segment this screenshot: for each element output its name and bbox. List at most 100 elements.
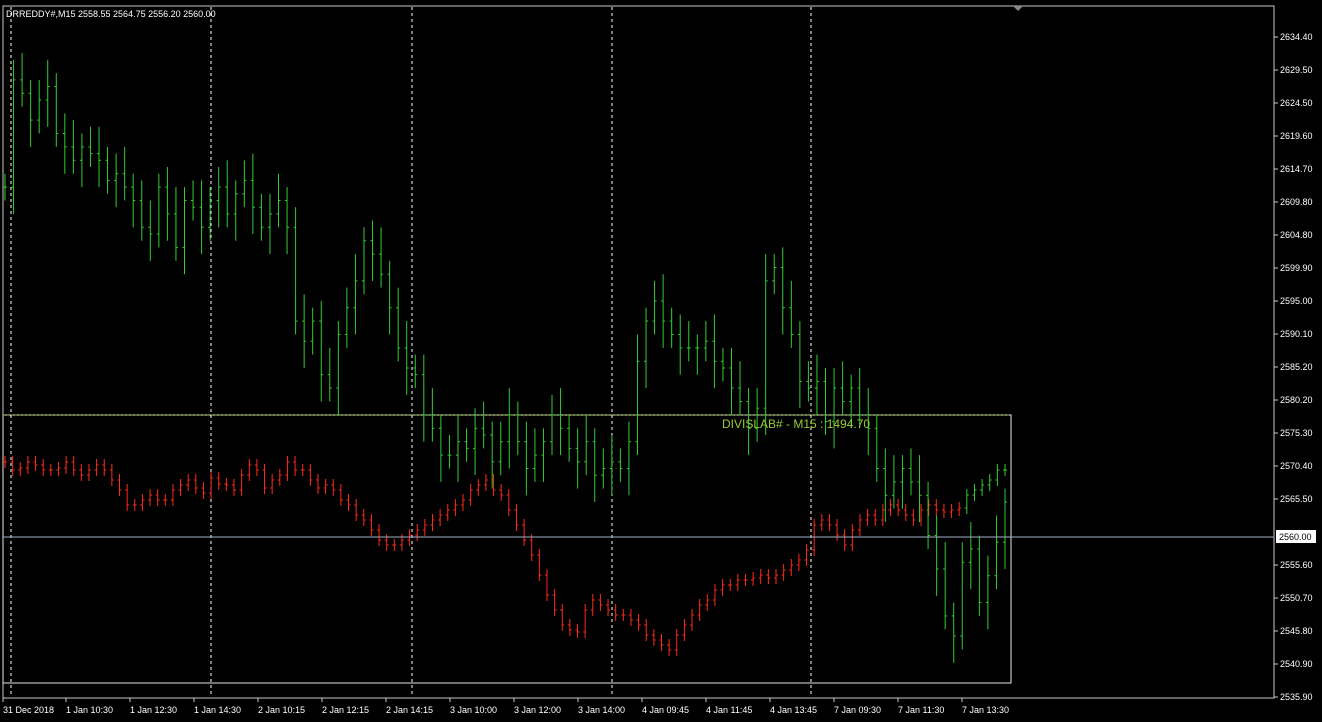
chart-frame xyxy=(2,5,1275,699)
overlay-bar xyxy=(216,472,221,490)
symbol-info: DRREDDY#,M15 2558.55 2564.75 2556.20 256… xyxy=(6,9,216,19)
overlay-bar xyxy=(170,484,175,506)
overlay-bar xyxy=(499,484,504,501)
overlay-bar xyxy=(567,619,572,636)
overlay-bar xyxy=(751,572,756,586)
price-tick-label: 2555.60 xyxy=(1280,560,1313,570)
overlay-bar xyxy=(125,484,130,511)
overlay-bar xyxy=(201,482,206,499)
price-bar xyxy=(156,173,161,248)
price-bar xyxy=(182,187,187,275)
overlay-bar xyxy=(232,479,237,496)
price-bar xyxy=(88,126,93,167)
price-bar xyxy=(729,347,734,415)
price-tick-label: 2609.80 xyxy=(1280,197,1313,207)
overlay-bar xyxy=(300,464,305,476)
overlay-bar xyxy=(461,494,466,511)
price-tick-label: 2590.10 xyxy=(1280,329,1313,339)
overlay-bar xyxy=(453,499,458,516)
price-axis: 2634.40 2629.50 2624.50 2619.60 2614.70 2609.… xyxy=(1274,32,1313,702)
time-tick-label: 4 Jan 13:45 xyxy=(770,705,817,715)
overlay-bar xyxy=(308,464,313,486)
overlay-bar xyxy=(735,574,740,591)
price-tick-label: 2634.40 xyxy=(1280,32,1313,42)
overlay-bar xyxy=(957,502,962,516)
overlay-bar xyxy=(18,462,23,476)
time-tick-label: 7 Jan 13:30 xyxy=(962,705,1009,715)
time-tick-label: 4 Jan 09:45 xyxy=(642,705,689,715)
overlay-bar xyxy=(56,462,61,476)
price-bar xyxy=(943,542,948,630)
overlay-bar xyxy=(483,474,488,491)
price-chart[interactable]: 2634.40 2629.50 2624.50 2619.60 2614.70 2609.… xyxy=(0,0,1322,722)
overlay-bar xyxy=(796,554,801,571)
price-bar xyxy=(601,448,606,489)
price-bar xyxy=(874,414,879,482)
price-tick-label: 2550.70 xyxy=(1280,593,1313,603)
overlay-bar xyxy=(522,519,527,546)
overlay-bar xyxy=(728,579,733,591)
overlay-bar xyxy=(644,619,649,641)
price-bar xyxy=(550,394,555,456)
overlay-bar xyxy=(781,564,786,581)
time-tick-label: 7 Jan 11:30 xyxy=(898,705,944,715)
overlay-bar xyxy=(842,529,847,551)
price-bar xyxy=(131,173,136,228)
price-bar xyxy=(173,187,178,261)
price-bar xyxy=(575,428,580,489)
price-bar xyxy=(361,227,366,295)
price-bar xyxy=(199,180,204,255)
chart-window[interactable]: 2634.40 2629.50 2624.50 2619.60 2614.70 2609.… xyxy=(0,0,1322,722)
overlay-bar xyxy=(48,464,53,476)
overlay-bar xyxy=(789,559,794,576)
overlay-bar xyxy=(514,504,519,531)
price-bar xyxy=(515,401,520,456)
overlay-bar xyxy=(880,504,885,526)
overlay-bar xyxy=(163,494,168,506)
price-bar xyxy=(413,354,418,389)
overlay-bar xyxy=(209,472,214,499)
overlay-bar xyxy=(140,494,145,511)
overlay-bar xyxy=(636,614,641,631)
price-bar xyxy=(114,153,119,208)
overlay-bar xyxy=(613,604,618,621)
price-tick-label: 2565.50 xyxy=(1280,494,1313,504)
time-axis: 31 Dec 2018 1 Jan 10:30 1 Jan 12:30 1 Jan 1… xyxy=(2,698,1009,715)
overlay-bar xyxy=(445,504,450,521)
time-tick-label: 1 Jan 10:30 xyxy=(66,705,113,715)
price-bar xyxy=(20,53,25,107)
overlay-bar xyxy=(865,509,870,526)
overlay-bar xyxy=(293,456,298,476)
shift-marker-icon[interactable] xyxy=(1013,6,1023,11)
overlay-bar xyxy=(193,474,198,494)
price-bar xyxy=(567,414,572,462)
price-bar xyxy=(772,254,777,295)
overlay-bar xyxy=(590,594,595,616)
overlay-bar xyxy=(773,569,778,584)
overlay-bar xyxy=(422,519,427,536)
price-bar xyxy=(814,354,819,415)
overlay-bar xyxy=(71,456,76,476)
price-bar xyxy=(626,421,631,496)
price-bar xyxy=(336,321,341,415)
overlay-bar xyxy=(155,489,160,506)
overlay-bar xyxy=(415,524,420,541)
price-bar xyxy=(404,321,409,395)
overlay-bar xyxy=(682,619,687,641)
price-bar xyxy=(97,126,102,188)
time-tick-label: 3 Jan 12:00 xyxy=(514,705,561,715)
price-bar xyxy=(584,414,589,476)
price-bar xyxy=(165,166,170,241)
overlay-bar xyxy=(674,629,679,656)
overlay-bar xyxy=(1003,464,1007,476)
price-bar xyxy=(968,522,973,590)
overlay-bar xyxy=(873,509,878,526)
price-bar xyxy=(977,535,982,616)
overlay-bar xyxy=(934,499,939,516)
price-bar xyxy=(635,334,640,456)
overlay-bar xyxy=(102,459,107,476)
price-bar xyxy=(908,448,913,496)
overlay-bar xyxy=(262,464,267,494)
overlay-bar xyxy=(33,456,38,471)
price-bar xyxy=(396,287,401,362)
